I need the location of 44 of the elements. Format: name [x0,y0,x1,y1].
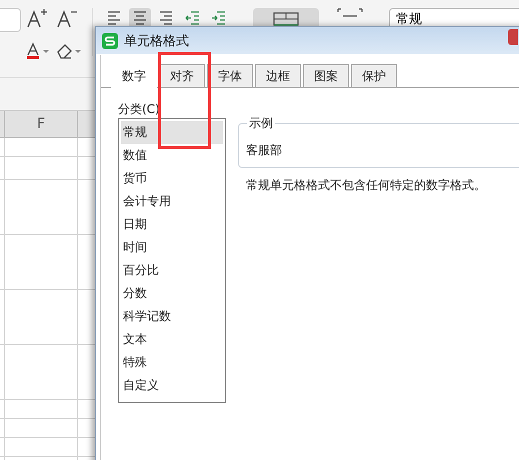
tab[interactable]: 保护 [351,64,397,87]
tab[interactable]: 图案 [303,64,349,87]
category-item[interactable]: 常规 [121,121,223,144]
category-item[interactable]: 百分比 [121,259,223,282]
sample-value: 客服部 [246,142,282,159]
category-item[interactable]: 科学记数 [121,305,223,328]
column-header[interactable]: F [4,111,78,137]
grid-cell[interactable] [4,438,78,456]
grid-cell[interactable] [4,400,78,418]
category-item[interactable]: 数值 [121,144,223,167]
tab[interactable]: 对齐 [159,64,205,87]
category-item[interactable]: 特殊 [121,351,223,374]
grid-cell[interactable] [4,345,78,399]
font-size-field[interactable] [0,8,21,32]
format-description: 常规单元格格式不包含任何特定的数字格式。 [246,177,486,194]
category-item[interactable]: 分数 [121,282,223,305]
grid-cell[interactable] [4,235,78,289]
grid-cell[interactable] [4,419,78,437]
align-icon [106,10,122,26]
grid-cell[interactable] [4,180,78,234]
sample-legend: 示例 [247,115,275,132]
grid-cell[interactable] [4,290,78,344]
align-icon [210,10,226,26]
tab[interactable]: 字体 [207,64,253,87]
close-button[interactable] [508,29,518,45]
window-title: 单元格格式 [124,32,189,50]
grid-cell[interactable] [4,138,78,156]
grid-cell[interactable] [4,157,78,179]
category-item[interactable]: 时间 [121,236,223,259]
eraser-icon[interactable] [56,42,82,60]
category-item[interactable]: 自定义 [121,374,223,397]
align-button[interactable] [129,8,151,28]
decrease-font-icon[interactable] [56,8,78,28]
increase-font-icon[interactable] [26,8,48,28]
tab[interactable]: 边框 [255,64,301,87]
category-item[interactable]: 文本 [121,328,223,351]
category-item[interactable]: 货币 [121,167,223,190]
category-item[interactable]: 会计专用 [121,190,223,213]
align-icon [184,10,200,26]
align-icon [132,10,148,26]
font-color-icon[interactable] [26,42,52,60]
align-icon [158,10,174,26]
app-logo-icon [102,32,118,48]
category-item[interactable]: 日期 [121,213,223,236]
